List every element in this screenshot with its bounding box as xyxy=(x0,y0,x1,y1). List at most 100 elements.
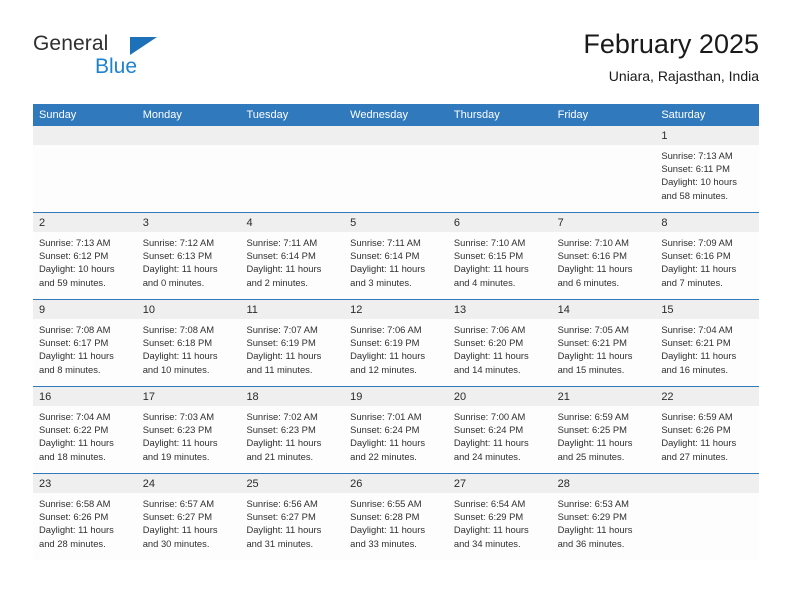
day-detail-line: and 34 minutes. xyxy=(453,537,521,549)
generalblue-logo[interactable]: General Blue xyxy=(33,32,233,88)
day-detail-line: and 27 minutes. xyxy=(661,450,729,462)
day-detail-line: Sunrise: 7:11 AM xyxy=(350,237,421,248)
day-cell-24[interactable]: 24 Sunrise: 6:57 AM Sunset: 6:27 PM Dayligh… xyxy=(136,474,241,560)
day-cell-21[interactable]: 21 Sunrise: 6:59 AM Sunset: 6:25 PM Dayligh… xyxy=(551,387,656,473)
day-detail-line: Sunrise: 7:08 AM xyxy=(142,324,215,335)
day-number-band: 16 xyxy=(33,387,137,406)
day-cell-3[interactable]: 3 Sunrise: 7:12 AM Sunset: 6:13 PM Daylight… xyxy=(136,213,241,299)
day-cell-28[interactable]: 28 Sunrise: 6:53 AM Sunset: 6:29 PM Dayligh… xyxy=(551,474,656,560)
day-detail-line: Daylight: 11 hours xyxy=(39,524,114,536)
day-detail-line: Sunset: 6:12 PM xyxy=(39,250,109,262)
week-row: 2 Sunrise: 7:13 AM Sunset: 6:12 PM Daylight… xyxy=(33,212,760,299)
day-detail-line: Sunset: 6:23 PM xyxy=(142,424,213,436)
day-detail-line: Sunset: 6:19 PM xyxy=(350,337,420,349)
day-cell-12[interactable]: 12 Sunrise: 7:06 AM Sunset: 6:19 PM Dayligh… xyxy=(344,300,448,386)
day-detail-line: Sunrise: 7:04 AM xyxy=(661,324,733,335)
day-detail-line: Sunrise: 7:10 AM xyxy=(557,237,629,248)
day-cell-1[interactable]: 1 Sunrise: 7:13 AM Sunset: 6:11 PM Daylight… xyxy=(655,126,760,212)
day-detail-line: and 25 minutes. xyxy=(557,450,625,462)
day-detail-line: Sunset: 6:16 PM xyxy=(557,250,627,262)
day-number-band: 6 xyxy=(447,213,552,232)
day-cell-27[interactable]: 27 Sunrise: 6:54 AM Sunset: 6:29 PM Dayligh… xyxy=(447,474,552,560)
calendar-weeks: 1 Sunrise: 7:13 AM Sunset: 6:11 PM Daylight… xyxy=(33,126,760,560)
day-number-band: 15 xyxy=(655,300,760,319)
day-cell-5[interactable]: 5 Sunrise: 7:11 AM Sunset: 6:14 PM Daylight… xyxy=(344,213,448,299)
weekday-header-wednesday: Wednesday xyxy=(350,109,409,121)
day-cell-10[interactable]: 10 Sunrise: 7:08 AM Sunset: 6:18 PM Dayligh… xyxy=(136,300,241,386)
day-detail-line: Sunset: 6:25 PM xyxy=(557,424,627,436)
day-details: Sunrise: 7:12 AM Sunset: 6:13 PM Daylight:… xyxy=(137,232,241,289)
day-number-band: 22 xyxy=(655,387,760,406)
day-detail-line: Sunset: 6:24 PM xyxy=(453,424,524,436)
day-detail-line: Sunset: 6:29 PM xyxy=(557,511,627,523)
day-cell-14[interactable]: 14 Sunrise: 7:05 AM Sunset: 6:21 PM Dayligh… xyxy=(551,300,656,386)
day-detail-line: Daylight: 11 hours xyxy=(453,437,529,449)
day-detail-line: Sunrise: 7:09 AM xyxy=(661,237,733,248)
day-detail-line: Daylight: 11 hours xyxy=(661,437,737,449)
day-detail-line: Daylight: 11 hours xyxy=(142,263,218,275)
day-cell-2[interactable]: 2 Sunrise: 7:13 AM Sunset: 6:12 PM Daylight… xyxy=(33,213,137,299)
day-detail-line: Sunset: 6:14 PM xyxy=(246,250,316,262)
day-cell-13[interactable]: 13 Sunrise: 7:06 AM Sunset: 6:20 PM Dayligh… xyxy=(447,300,552,386)
day-cell-6[interactable]: 6 Sunrise: 7:10 AM Sunset: 6:15 PM Daylight… xyxy=(447,213,552,299)
day-number-band: 8 xyxy=(655,213,760,232)
day-detail-line: Daylight: 11 hours xyxy=(661,350,737,362)
day-details: Sunrise: 7:10 AM Sunset: 6:15 PM Daylight:… xyxy=(448,232,552,289)
day-detail-line: Sunrise: 6:54 AM xyxy=(453,498,526,509)
day-cell-11[interactable]: 11 Sunrise: 7:07 AM Sunset: 6:19 PM Dayligh… xyxy=(240,300,345,386)
day-number: 14 xyxy=(557,304,570,316)
day-number-band: 4 xyxy=(240,213,345,232)
day-cell-26[interactable]: 26 Sunrise: 6:55 AM Sunset: 6:28 PM Dayligh… xyxy=(344,474,448,560)
day-detail-line: Sunrise: 7:13 AM xyxy=(39,237,111,248)
day-details: Sunrise: 7:11 AM Sunset: 6:14 PM Daylight:… xyxy=(344,232,448,289)
day-detail-line: and 10 minutes. xyxy=(142,363,210,375)
day-detail-line: Daylight: 11 hours xyxy=(246,263,322,275)
day-cell-19[interactable]: 19 Sunrise: 7:01 AM Sunset: 6:24 PM Dayligh… xyxy=(344,387,448,473)
day-cell-22[interactable]: 22 Sunrise: 6:59 AM Sunset: 6:26 PM Dayligh… xyxy=(655,387,760,473)
day-detail-line: Sunset: 6:20 PM xyxy=(453,337,524,349)
day-cell-20[interactable]: 20 Sunrise: 7:00 AM Sunset: 6:24 PM Dayligh… xyxy=(447,387,552,473)
weekday-header-thursday: Thursday xyxy=(453,109,500,121)
day-cell-25[interactable]: 25 Sunrise: 6:56 AM Sunset: 6:27 PM Dayligh… xyxy=(240,474,345,560)
day-detail-line: Sunset: 6:15 PM xyxy=(453,250,524,262)
day-cell-15[interactable]: 15 Sunrise: 7:04 AM Sunset: 6:21 PM Dayligh… xyxy=(655,300,760,386)
day-number: 11 xyxy=(246,304,258,316)
day-cell-4[interactable]: 4 Sunrise: 7:11 AM Sunset: 6:14 PM Daylight… xyxy=(240,213,345,299)
day-cell-16[interactable]: 16 Sunrise: 7:04 AM Sunset: 6:22 PM Dayligh… xyxy=(33,387,137,473)
day-cell-empty xyxy=(655,474,760,560)
day-number: 6 xyxy=(453,217,460,229)
day-details: Sunrise: 7:02 AM Sunset: 6:23 PM Daylight:… xyxy=(240,406,344,463)
day-detail-line: Sunrise: 7:06 AM xyxy=(350,324,422,335)
day-details: Sunrise: 6:57 AM Sunset: 6:27 PM Daylight:… xyxy=(137,493,241,550)
day-cell-9[interactable]: 9 Sunrise: 7:08 AM Sunset: 6:17 PM Daylight… xyxy=(33,300,137,386)
page-subtitle: Uniara, Rajasthan, India xyxy=(608,68,759,84)
day-detail-line: Sunrise: 6:55 AM xyxy=(350,498,422,509)
day-cell-empty xyxy=(240,126,345,212)
day-cell-18[interactable]: 18 Sunrise: 7:02 AM Sunset: 6:23 PM Dayligh… xyxy=(240,387,345,473)
day-cell-empty xyxy=(33,126,137,212)
day-detail-line: and 16 minutes. xyxy=(661,363,729,375)
day-cell-17[interactable]: 17 Sunrise: 7:03 AM Sunset: 6:23 PM Dayligh… xyxy=(136,387,241,473)
day-detail-line: and 28 minutes. xyxy=(39,537,106,549)
day-cell-7[interactable]: 7 Sunrise: 7:10 AM Sunset: 6:16 PM Daylight… xyxy=(551,213,656,299)
day-detail-line: Sunrise: 7:13 AM xyxy=(661,150,733,161)
day-cell-empty xyxy=(551,126,656,212)
day-cell-23[interactable]: 23 Sunrise: 6:58 AM Sunset: 6:26 PM Dayligh… xyxy=(33,474,137,560)
day-number-band: 2 xyxy=(33,213,137,232)
day-detail-line: Sunset: 6:21 PM xyxy=(661,337,731,349)
day-number: 17 xyxy=(142,391,155,403)
day-details: Sunrise: 7:03 AM Sunset: 6:23 PM Daylight:… xyxy=(137,406,241,463)
day-number-band: 23 xyxy=(33,474,137,493)
day-number-band: 3 xyxy=(136,213,241,232)
day-number: 18 xyxy=(246,391,259,403)
day-details: Sunrise: 7:05 AM Sunset: 6:21 PM Daylight:… xyxy=(552,319,656,376)
day-details: Sunrise: 6:55 AM Sunset: 6:28 PM Daylight:… xyxy=(344,493,448,550)
day-detail-line: and 59 minutes. xyxy=(39,276,106,288)
day-number-band: 10 xyxy=(136,300,241,319)
day-details: Sunrise: 6:58 AM Sunset: 6:26 PM Daylight:… xyxy=(33,493,137,550)
day-detail-line: Daylight: 11 hours xyxy=(39,350,114,362)
day-cell-8[interactable]: 8 Sunrise: 7:09 AM Sunset: 6:16 PM Daylight… xyxy=(655,213,760,299)
day-detail-line: Sunrise: 6:56 AM xyxy=(246,498,318,509)
day-number: 28 xyxy=(557,478,570,490)
day-detail-line: Sunset: 6:22 PM xyxy=(39,424,109,436)
